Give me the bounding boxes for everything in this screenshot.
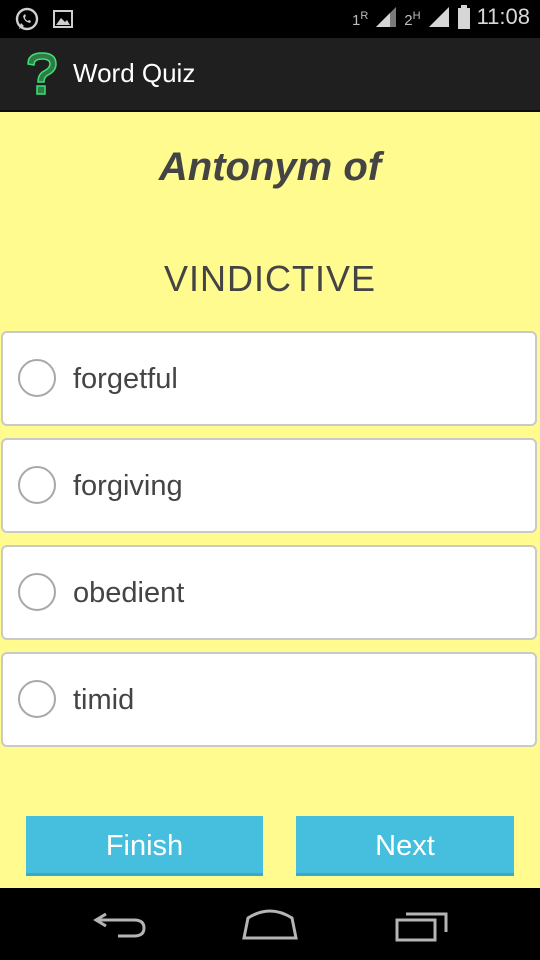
signal-icon [376,7,397,27]
radio-button[interactable] [18,573,56,611]
next-button[interactable]: Next [296,816,514,876]
status-bar: 1R 2H 11:08 [0,0,540,38]
sim1-label: 1R [351,9,369,29]
finish-button[interactable]: Finish [26,816,263,876]
option-forgetful[interactable]: forgetful [1,331,537,426]
image-icon [53,10,73,28]
home-icon[interactable] [240,906,300,942]
radio-button[interactable] [18,359,56,397]
status-time: 11:08 [476,4,530,29]
option-label: obedient [73,577,185,609]
question-heading: Antonym of [158,145,382,189]
radio-button[interactable] [18,466,56,504]
sim2-label: 2H [404,9,421,29]
option-label: forgetful [73,363,178,395]
option-forgiving[interactable]: forgiving [1,438,537,533]
whatsapp-icon [15,7,39,31]
app-title: Word Quiz [73,58,196,88]
radio-button[interactable] [18,680,56,718]
signal-icon [428,7,449,27]
action-bar: Word Quiz [0,38,540,112]
recent-apps-icon[interactable] [394,906,450,942]
back-icon[interactable] [92,906,148,942]
option-label: forgiving [73,470,183,502]
option-obedient[interactable]: obedient [1,545,537,640]
navigation-bar [0,888,540,960]
option-label: timid [73,684,135,716]
battery-icon [457,5,470,29]
question-mark-icon [27,52,57,95]
question-word: VINDICTIVE [163,258,377,299]
option-timid[interactable]: timid [1,652,537,747]
